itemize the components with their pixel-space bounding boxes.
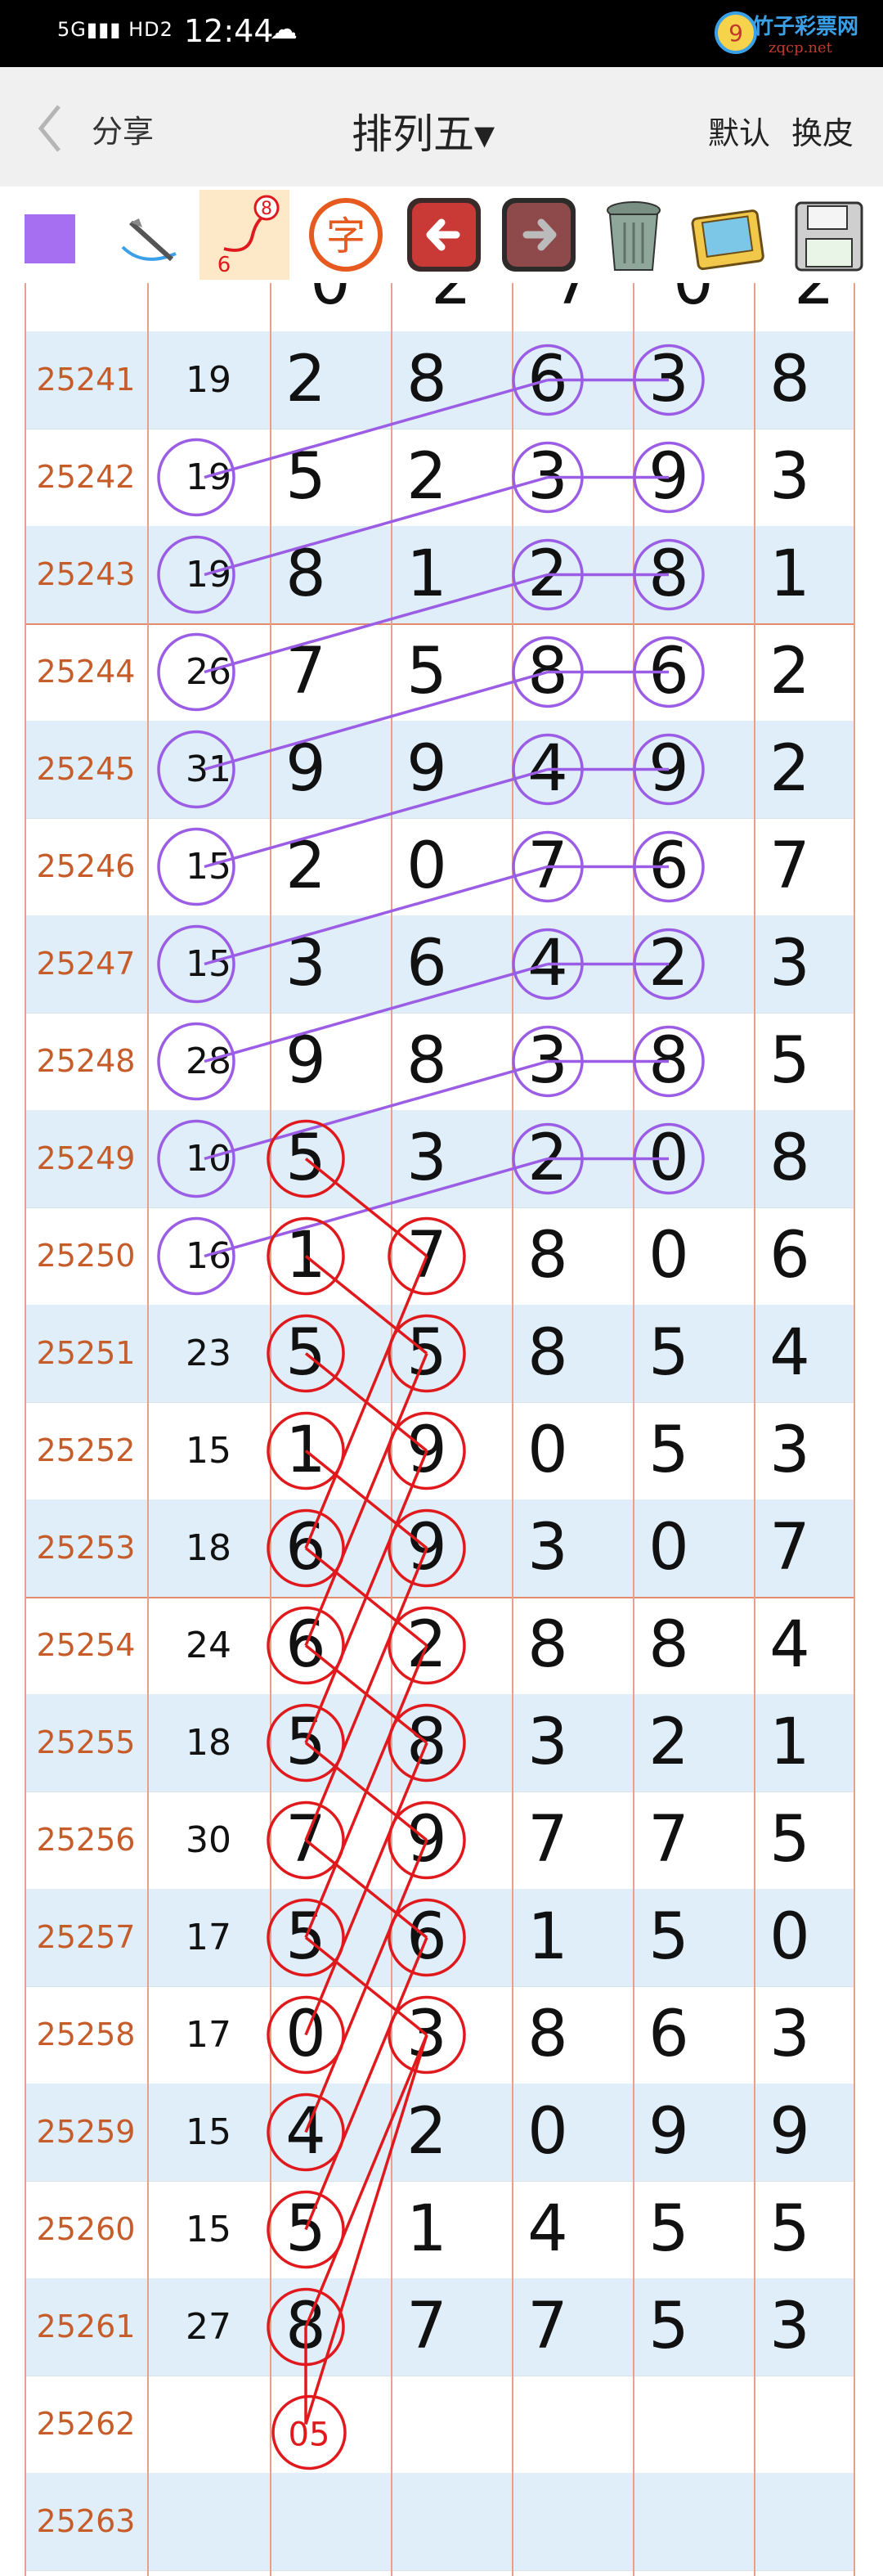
watermark-name: 竹子彩票网 <box>752 15 859 39</box>
default-button[interactable]: 默认 <box>708 108 770 153</box>
svg-text:9: 9 <box>728 20 743 47</box>
purple-circle <box>157 535 235 614</box>
red-line <box>304 1936 428 2231</box>
purple-circle <box>157 438 235 517</box>
red-line <box>304 1644 428 1744</box>
game-selector[interactable]: 排列五▾ <box>352 101 495 160</box>
purple-circle <box>157 1216 235 1296</box>
prediction-label: 05 <box>289 2416 330 2454</box>
change-skin-button[interactable]: 换皮 <box>791 108 854 153</box>
purple-line <box>204 962 549 1063</box>
redo-arrow-icon[interactable] <box>494 190 584 280</box>
svg-text:字: 字 <box>326 214 365 259</box>
purple-square-icon[interactable] <box>0 190 90 280</box>
status-bar: 5G▮▮▮ HD2 12:44 ☁ 9 竹子彩票网 zqcp.net <box>0 0 883 67</box>
back-chevron-icon[interactable] <box>31 100 72 157</box>
red-line <box>304 2034 428 2328</box>
drawing-overlay[interactable]: 05 <box>0 283 883 2576</box>
red-line <box>304 1255 428 1355</box>
nav-bar: 分享 排列五▾ 默认 换皮 <box>0 67 883 187</box>
drawing-toolbar: 8 6 字 <box>0 187 883 283</box>
cloud-icon: ☁ <box>270 13 298 46</box>
svg-text:8: 8 <box>261 199 272 219</box>
purple-circle <box>157 924 235 1004</box>
red-line <box>304 1742 428 1841</box>
purple-circle <box>157 827 235 906</box>
purple-line <box>204 1157 549 1258</box>
red-line <box>304 1839 428 1939</box>
pen-icon[interactable] <box>106 190 196 280</box>
purple-line <box>204 767 549 869</box>
red-line <box>304 1158 428 1257</box>
watermark-domain: zqcp.net <box>769 39 832 56</box>
purple-line <box>204 670 549 771</box>
red-line <box>304 1450 428 1549</box>
svg-text:6: 6 <box>217 253 231 277</box>
watermark-logo: 9 竹子彩票网 zqcp.net <box>711 8 875 59</box>
purple-line <box>204 1059 549 1161</box>
red-line <box>304 1547 428 1647</box>
purple-circle <box>157 1119 235 1198</box>
purple-circle <box>157 1022 235 1101</box>
signal-indicator: 5G▮▮▮ HD2 <box>57 18 173 41</box>
purple-circle <box>157 730 235 809</box>
purple-line <box>204 378 549 479</box>
undo-arrow-icon[interactable] <box>399 190 489 280</box>
red-line <box>304 1936 428 2036</box>
trash-icon[interactable] <box>589 190 679 280</box>
red-line <box>304 1352 428 1452</box>
char-icon[interactable]: 字 <box>301 190 391 280</box>
purple-line <box>204 865 549 966</box>
purple-circle <box>157 632 235 712</box>
save-icon[interactable] <box>783 190 873 280</box>
number-curve-icon[interactable]: 8 6 <box>199 190 289 280</box>
share-button[interactable]: 分享 <box>92 106 154 151</box>
clock: 12:44 <box>184 13 274 49</box>
gallery-icon[interactable] <box>684 190 773 280</box>
purple-line <box>204 475 549 577</box>
red-line <box>304 2034 428 2425</box>
purple-line <box>204 573 549 674</box>
